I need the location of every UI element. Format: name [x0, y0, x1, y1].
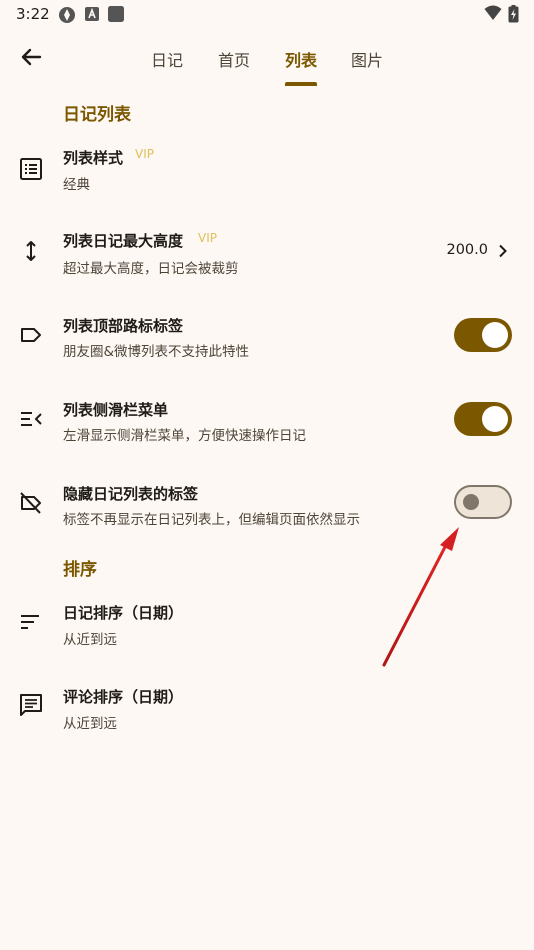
toggle-knob: [463, 494, 479, 510]
setting-max-height[interactable]: 列表日记最大高度 VIP 超过最大高度，日记会被裁剪 200.0: [0, 223, 534, 293]
status-time: 3:22: [16, 5, 50, 23]
active-tab-indicator: [285, 82, 317, 86]
setting-side-menu[interactable]: 列表侧滑栏菜单 左滑显示侧滑栏菜单，方便快速操作日记: [0, 392, 534, 462]
top-app-bar: 日记 首页 列表 图片: [0, 28, 534, 86]
tab-diary[interactable]: 日记: [151, 47, 183, 71]
top-label-toggle[interactable]: [454, 318, 512, 352]
setting-subtitle: 朋友圈&微博列表不支持此特性: [63, 344, 250, 360]
setting-title: 列表日记最大高度: [63, 232, 184, 250]
setting-title: 列表样式: [63, 149, 124, 167]
app-icon-a: [85, 7, 99, 21]
setting-comment-sort[interactable]: 评论排序（日期） 从近到远: [0, 679, 534, 749]
vertical-arrows-icon: [26, 241, 36, 261]
section-title-sort: 排序: [63, 560, 97, 580]
setting-title: 列表顶部路标标签: [63, 317, 184, 335]
toggle-knob: [482, 406, 508, 432]
setting-subtitle: 左滑显示侧滑栏菜单，方便快速操作日记: [63, 428, 306, 444]
setting-subtitle: 经典: [63, 177, 90, 193]
hide-labels-toggle[interactable]: [454, 485, 512, 519]
label-icon: [21, 328, 41, 342]
side-menu-toggle[interactable]: [454, 402, 512, 436]
vip-badge: VIP: [198, 231, 217, 245]
label-off-icon: [20, 492, 41, 514]
sort-icon: [21, 615, 39, 629]
setting-subtitle: 从近到远: [63, 716, 117, 732]
setting-top-label[interactable]: 列表顶部路标标签 朋友圈&微博列表不支持此特性: [0, 308, 534, 378]
setting-title: 列表侧滑栏菜单: [63, 401, 169, 419]
chevron-right-icon: [499, 244, 507, 258]
section-title-diary-list: 日记列表: [63, 105, 131, 125]
side-menu-icon: [21, 412, 42, 426]
setting-list-style[interactable]: 列表样式 VIP 经典: [0, 140, 534, 210]
status-bar: 3:22: [0, 0, 534, 28]
setting-subtitle: 从近到远: [63, 632, 117, 648]
list-style-icon: [20, 158, 42, 180]
max-height-value: 200.0: [446, 242, 488, 258]
wifi-icon: [484, 5, 502, 20]
tab-images[interactable]: 图片: [351, 47, 383, 71]
battery-icon: [508, 5, 519, 23]
setting-diary-sort[interactable]: 日记排序（日期） 从近到远: [0, 595, 534, 665]
tab-list[interactable]: 列表: [285, 47, 317, 71]
setting-subtitle: 超过最大高度，日记会被裁剪: [63, 261, 239, 277]
setting-hide-labels[interactable]: 隐藏日记列表的标签 标签不再显示在日记列表上，但编辑页面依然显示: [0, 476, 534, 546]
back-arrow-icon[interactable]: [16, 42, 46, 72]
setting-subtitle: 标签不再显示在日记列表上，但编辑页面依然显示: [63, 512, 360, 528]
setting-title: 隐藏日记列表的标签: [63, 485, 199, 503]
tab-home[interactable]: 首页: [218, 47, 250, 71]
setting-title: 日记排序（日期）: [63, 604, 184, 622]
toggle-knob: [482, 322, 508, 348]
setting-title: 评论排序（日期）: [63, 688, 184, 706]
app-icon-1: [59, 7, 75, 23]
app-icon-square: [108, 6, 124, 22]
comment-icon: [20, 694, 42, 716]
vip-badge: VIP: [135, 147, 154, 161]
